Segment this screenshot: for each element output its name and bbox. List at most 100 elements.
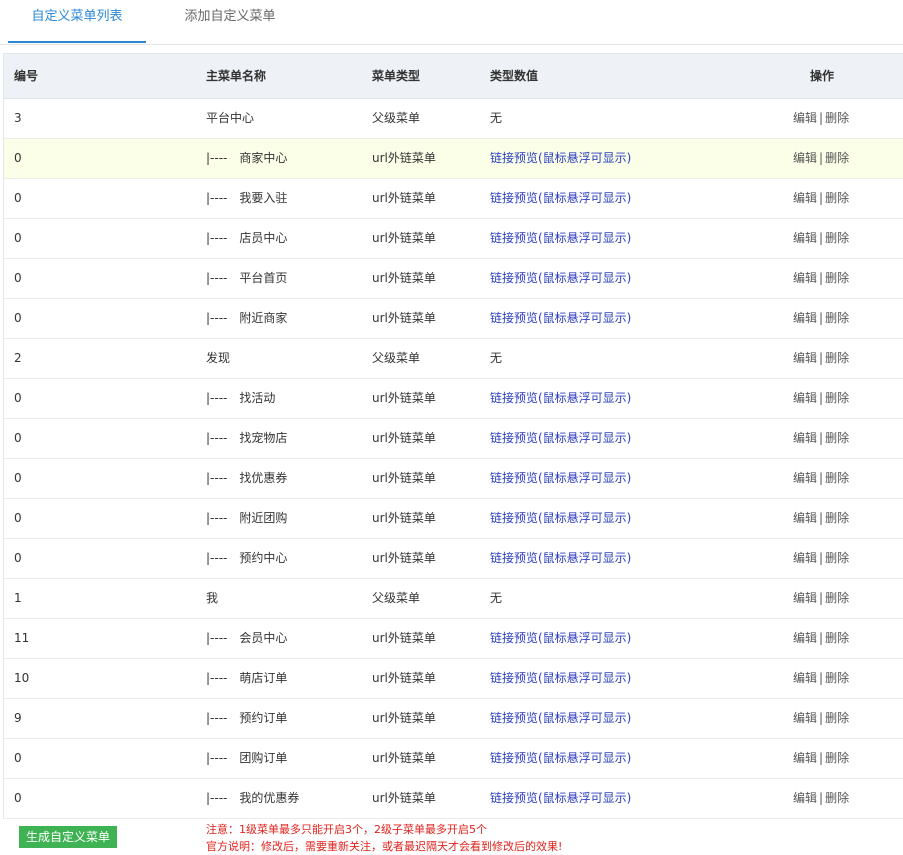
action-separator: | — [819, 311, 824, 325]
edit-link[interactable]: 编辑 — [793, 711, 817, 725]
child-indent-marker: |---- — [206, 431, 228, 445]
child-indent-marker: |---- — [206, 551, 228, 565]
child-indent-marker: |---- — [206, 231, 228, 245]
row-actions: 编辑 | 删除 — [793, 739, 849, 778]
edit-link[interactable]: 编辑 — [793, 671, 817, 685]
menu-name-text: 我要入驻 — [239, 191, 288, 205]
edit-link[interactable]: 编辑 — [793, 431, 817, 445]
link-preview[interactable]: 链接预览(鼠标悬浮可显示) — [490, 419, 631, 458]
row-menu-type: url外链菜单 — [372, 511, 436, 525]
menu-name-text: 平台首页 — [239, 271, 288, 285]
edit-link[interactable]: 编辑 — [793, 151, 817, 165]
menu-table: 编号 主菜单名称 菜单类型 类型数值 操作 3 平台中心 父级菜单无编辑 | 删除 0 |-… — [3, 53, 903, 819]
row-id: 10 — [14, 671, 30, 685]
delete-link[interactable]: 删除 — [825, 271, 849, 285]
row-menu-type: url外链菜单 — [372, 751, 436, 765]
action-separator: | — [819, 191, 824, 205]
edit-link[interactable]: 编辑 — [793, 351, 817, 365]
row-menu-name: 我 — [206, 579, 218, 618]
delete-link[interactable]: 删除 — [825, 311, 849, 325]
edit-link[interactable]: 编辑 — [793, 231, 817, 245]
link-preview[interactable]: 链接预览(鼠标悬浮可显示) — [490, 739, 631, 778]
delete-link[interactable]: 删除 — [825, 191, 849, 205]
link-preview[interactable]: 链接预览(鼠标悬浮可显示) — [490, 779, 631, 818]
delete-link[interactable]: 删除 — [825, 391, 849, 405]
action-separator: | — [819, 111, 824, 125]
row-actions: 编辑 | 删除 — [793, 499, 849, 538]
table-row: 0 |---- 我要入驻 url外链菜单 链接预览(鼠标悬浮可显示) 编辑 | 删除 — [4, 179, 903, 219]
edit-link[interactable]: 编辑 — [793, 791, 817, 805]
row-actions: 编辑 | 删除 — [793, 459, 849, 498]
link-preview[interactable]: 链接预览(鼠标悬浮可显示) — [490, 619, 631, 658]
delete-link[interactable]: 删除 — [825, 471, 849, 485]
row-menu-name: 平台中心 — [206, 99, 254, 138]
child-indent-marker: |---- — [206, 791, 228, 805]
delete-link[interactable]: 删除 — [825, 511, 849, 525]
edit-link[interactable]: 编辑 — [793, 191, 817, 205]
delete-link[interactable]: 删除 — [825, 111, 849, 125]
edit-link[interactable]: 编辑 — [793, 471, 817, 485]
edit-link[interactable]: 编辑 — [793, 311, 817, 325]
action-separator: | — [819, 391, 824, 405]
row-type-value: 无 — [490, 591, 503, 605]
row-menu-name: |---- 附近商家 — [206, 299, 287, 338]
link-preview[interactable]: 链接预览(鼠标悬浮可显示) — [490, 219, 631, 258]
delete-link[interactable]: 删除 — [825, 591, 849, 605]
row-actions: 编辑 | 删除 — [793, 699, 849, 738]
menu-name-text: 预约中心 — [239, 551, 288, 565]
row-menu-type: 父级菜单 — [372, 111, 421, 125]
child-indent-marker: |---- — [206, 391, 228, 405]
delete-link[interactable]: 删除 — [825, 791, 849, 805]
menu-name-text: 找活动 — [239, 391, 276, 405]
tab-custom-menu-list[interactable]: 自定义菜单列表 — [8, 0, 146, 43]
delete-link[interactable]: 删除 — [825, 671, 849, 685]
menu-name-text: 会员中心 — [239, 631, 288, 645]
child-indent-marker: |---- — [206, 671, 228, 685]
tab-add-custom-menu[interactable]: 添加自定义菜单 — [160, 0, 300, 43]
link-preview[interactable]: 链接预览(鼠标悬浮可显示) — [490, 179, 631, 218]
child-indent-marker: |---- — [206, 151, 228, 165]
edit-link[interactable]: 编辑 — [793, 631, 817, 645]
row-menu-type: url外链菜单 — [372, 271, 436, 285]
action-separator: | — [819, 591, 824, 605]
link-preview[interactable]: 链接预览(鼠标悬浮可显示) — [490, 379, 631, 418]
generate-menu-button[interactable]: 生成自定义菜单 — [19, 826, 117, 848]
row-id: 0 — [14, 391, 22, 405]
link-preview[interactable]: 链接预览(鼠标悬浮可显示) — [490, 699, 631, 738]
table-row: 1 我 父级菜单 无 编辑 | 删除 — [4, 579, 903, 619]
delete-link[interactable]: 删除 — [825, 431, 849, 445]
delete-link[interactable]: 删除 — [825, 751, 849, 765]
edit-link[interactable]: 编辑 — [793, 391, 817, 405]
link-preview[interactable]: 链接预览(鼠标悬浮可显示) — [490, 539, 631, 578]
edit-link[interactable]: 编辑 — [793, 591, 817, 605]
action-separator: | — [819, 791, 824, 805]
link-preview[interactable]: 链接预览(鼠标悬浮可显示) — [490, 499, 631, 538]
link-preview[interactable]: 链接预览(鼠标悬浮可显示) — [490, 259, 631, 298]
row-id: 0 — [14, 151, 22, 165]
edit-link[interactable]: 编辑 — [793, 551, 817, 565]
link-preview[interactable]: 链接预览(鼠标悬浮可显示) — [490, 459, 631, 498]
delete-link[interactable]: 删除 — [825, 631, 849, 645]
row-menu-type: url外链菜单 — [372, 431, 436, 445]
link-preview[interactable]: 链接预览(鼠标悬浮可显示) — [490, 299, 631, 338]
menu-name-text: 附近商家 — [239, 311, 288, 325]
edit-link[interactable]: 编辑 — [793, 751, 817, 765]
menu-name-text: 找宠物店 — [239, 431, 288, 445]
menu-name-text: 找优惠券 — [239, 471, 288, 485]
delete-link[interactable]: 删除 — [825, 351, 849, 365]
edit-link[interactable]: 编辑 — [793, 111, 817, 125]
row-menu-type: 父级菜单 — [372, 591, 421, 605]
action-separator: | — [819, 551, 824, 565]
action-separator: | — [819, 351, 824, 365]
link-preview[interactable]: 链接预览(鼠标悬浮可显示) — [490, 659, 631, 698]
link-preview[interactable]: 链接预览(鼠标悬浮可显示) — [490, 139, 631, 178]
edit-link[interactable]: 编辑 — [793, 271, 817, 285]
row-actions: 编辑 | 删除 — [793, 619, 849, 658]
delete-link[interactable]: 删除 — [825, 231, 849, 245]
delete-link[interactable]: 删除 — [825, 151, 849, 165]
delete-link[interactable]: 删除 — [825, 551, 849, 565]
edit-link[interactable]: 编辑 — [793, 511, 817, 525]
delete-link[interactable]: 删除 — [825, 711, 849, 725]
menu-name-text: 店员中心 — [239, 231, 288, 245]
menu-name-text: 商家中心 — [239, 151, 288, 165]
